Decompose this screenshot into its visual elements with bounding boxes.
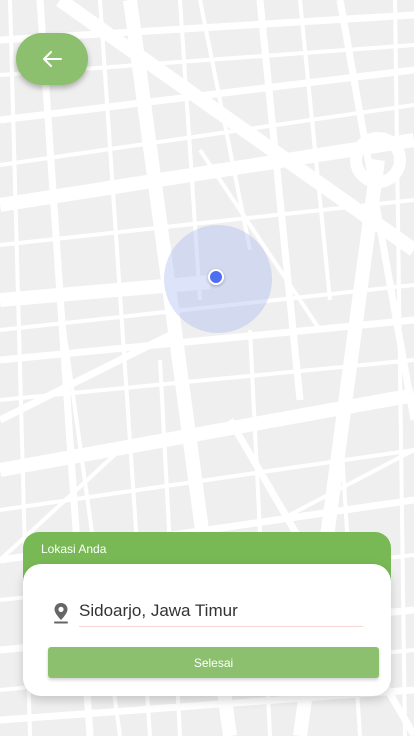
- arrow-left-icon: [43, 51, 62, 67]
- location-field[interactable]: [79, 596, 363, 627]
- done-button[interactable]: Selesai: [48, 647, 379, 678]
- back-button[interactable]: [16, 33, 88, 85]
- map-screen: Lokasi Anda Selesai: [0, 0, 414, 736]
- location-sheet-title: Lokasi Anda: [41, 542, 107, 556]
- current-location-dot: [208, 269, 224, 285]
- location-sheet: Lokasi Anda Selesai: [23, 532, 391, 696]
- map-pin-icon: [54, 603, 68, 624]
